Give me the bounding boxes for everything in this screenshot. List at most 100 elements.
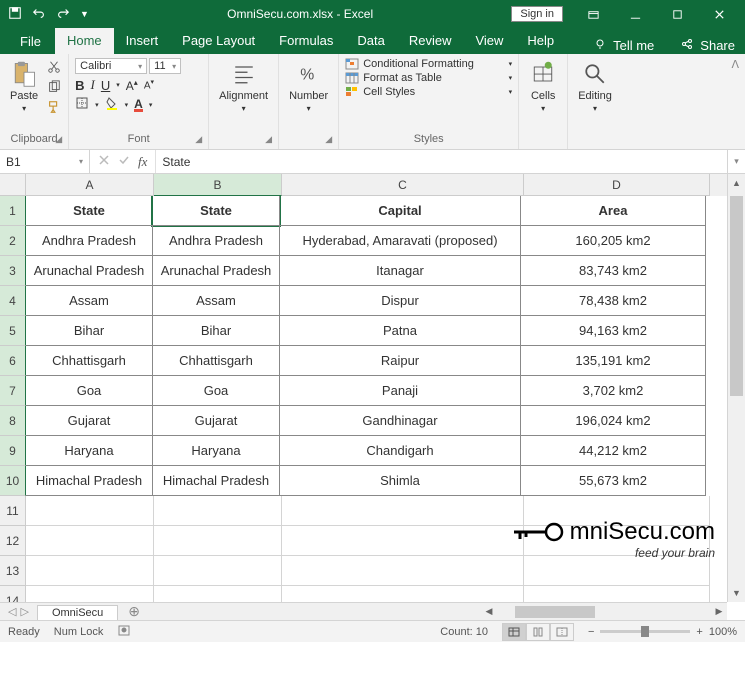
view-page-break-icon[interactable] [550,623,574,641]
cell[interactable]: Gujarat [152,405,280,436]
tab-formulas[interactable]: Formulas [267,28,345,54]
formula-input[interactable]: State [155,150,727,173]
conditional-formatting-button[interactable]: Conditional Formatting▾ [345,58,512,70]
cell[interactable] [524,526,710,556]
cell[interactable]: Himachal Pradesh [26,465,153,496]
cell[interactable]: Area [520,196,706,226]
sheet-nav-prev-icon[interactable]: ◁ [8,605,16,618]
cell[interactable] [524,556,710,586]
fx-icon[interactable]: fx [138,154,147,170]
col-header-d[interactable]: D [524,174,710,196]
cell[interactable]: Panaji [279,375,521,406]
tab-file[interactable]: File [6,29,55,54]
cell[interactable]: 196,024 km2 [520,405,706,436]
tab-review[interactable]: Review [397,28,464,54]
redo-icon[interactable] [56,6,70,23]
cell[interactable] [26,586,154,602]
row-header-3[interactable]: 3 [0,256,26,286]
font-name-select[interactable]: Calibri▾ [75,58,147,74]
cell[interactable]: Gandhinagar [279,405,521,436]
row-header-4[interactable]: 4 [0,286,26,316]
collapse-ribbon-icon[interactable]: ᐱ [725,54,745,149]
cell[interactable]: Andhra Pradesh [152,225,280,256]
cell[interactable]: 55,673 km2 [520,465,706,496]
cell[interactable] [282,556,524,586]
cell[interactable]: Patna [279,315,521,346]
sheet-nav-next-icon[interactable]: ▷ [20,605,28,618]
bold-button[interactable]: B [75,78,84,93]
italic-button[interactable]: I [91,77,95,93]
cell[interactable]: Himachal Pradesh [152,465,280,496]
cell[interactable]: Bihar [152,315,280,346]
cell[interactable]: 83,743 km2 [520,255,706,286]
view-normal-icon[interactable] [502,623,526,641]
horizontal-scrollbar[interactable]: ◀▶ [481,602,727,620]
tab-page-layout[interactable]: Page Layout [170,28,267,54]
tab-help[interactable]: Help [515,28,566,54]
new-sheet-icon[interactable]: ⊕ [118,603,150,620]
tab-view[interactable]: View [463,28,515,54]
cell[interactable] [26,556,154,586]
cell[interactable]: Arunachal Pradesh [26,255,153,286]
vertical-scrollbar[interactable]: ▲▼ [727,174,745,602]
cell[interactable] [26,496,154,526]
cell[interactable]: 160,205 km2 [520,225,706,256]
row-header-5[interactable]: 5 [0,316,26,346]
qat-dropdown-icon[interactable]: ▼ [80,9,89,19]
row-header-11[interactable]: 11 [0,496,26,526]
cell[interactable] [154,496,282,526]
cell[interactable]: Raipur [279,345,521,376]
cell[interactable] [154,526,282,556]
cell[interactable]: Itanagar [279,255,521,286]
zoom-out-icon[interactable]: − [588,626,594,638]
col-header-a[interactable]: A [26,174,154,196]
font-launcher-icon[interactable]: ◢ [195,134,202,145]
paste-button[interactable]: Paste▾ [6,58,42,115]
cancel-formula-icon[interactable] [98,154,110,169]
fill-color-icon[interactable] [105,96,119,113]
name-box[interactable]: B1▾ [0,150,90,173]
cell[interactable] [282,586,524,602]
cell[interactable]: 78,438 km2 [520,285,706,316]
cell-styles-button[interactable]: Cell Styles▾ [345,86,512,98]
row-header-10[interactable]: 10 [0,466,26,496]
cell[interactable]: Goa [26,375,153,406]
row-header-1[interactable]: 1 [0,196,26,226]
vscroll-thumb[interactable] [730,196,743,396]
minimize-icon[interactable] [617,2,653,26]
font-color-icon[interactable]: A [134,97,143,112]
save-icon[interactable] [8,6,22,23]
macro-record-icon[interactable] [117,623,131,640]
number-launcher-icon[interactable]: ◢ [325,134,332,145]
cell[interactable]: 3,702 km2 [520,375,706,406]
cell[interactable]: Chhattisgarh [26,345,153,376]
cell[interactable]: Goa [152,375,280,406]
cell[interactable] [154,586,282,602]
ribbon-display-icon[interactable] [575,2,611,26]
expand-formula-icon[interactable]: ▾ [727,150,745,173]
cell[interactable] [154,556,282,586]
cell[interactable]: State [26,196,153,226]
cell[interactable]: Assam [26,285,153,316]
format-painter-icon[interactable] [46,100,62,117]
cell[interactable]: Bihar [26,315,153,346]
row-header-9[interactable]: 9 [0,436,26,466]
font-size-select[interactable]: 11▾ [149,58,181,74]
view-page-layout-icon[interactable] [526,623,550,641]
border-icon[interactable] [75,96,89,113]
row-header-2[interactable]: 2 [0,226,26,256]
tab-home[interactable]: Home [55,28,114,54]
format-as-table-button[interactable]: Format as Table▾ [345,72,512,84]
col-header-c[interactable]: C [282,174,524,196]
copy-icon[interactable] [46,80,62,97]
cells-grid[interactable]: StateStateCapitalAreaAndhra PradeshAndhr… [26,196,727,602]
row-header-12[interactable]: 12 [0,526,26,556]
alignment-button[interactable]: Alignment▾ [215,58,272,115]
scroll-right-icon[interactable]: ▶ [711,606,727,617]
cell[interactable]: Chhattisgarh [152,345,280,376]
undo-icon[interactable] [32,6,46,23]
zoom-slider[interactable] [600,630,690,633]
cell[interactable]: Hyderabad, Amaravati (proposed) [279,225,521,256]
row-header-6[interactable]: 6 [0,346,26,376]
signin-button[interactable]: Sign in [511,6,563,22]
